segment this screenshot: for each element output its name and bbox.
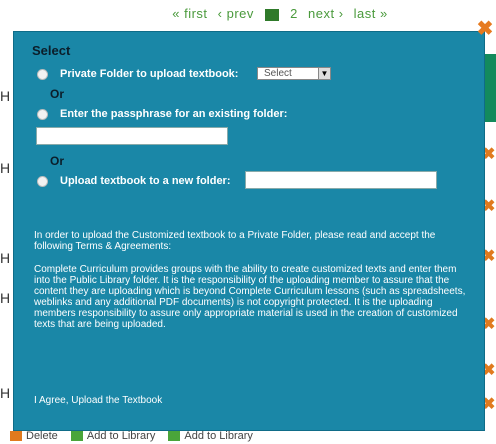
background-delete-icon[interactable]: ✖ bbox=[482, 249, 496, 265]
background-delete-icon[interactable]: ✖ bbox=[482, 397, 496, 413]
select-value: Select bbox=[264, 68, 292, 79]
add-icon[interactable] bbox=[70, 431, 83, 442]
background-row-letter: H bbox=[0, 385, 11, 401]
delete-icon[interactable] bbox=[10, 431, 22, 442]
bottom-action[interactable]: Add to Library bbox=[87, 430, 155, 442]
or-separator: Or bbox=[50, 87, 65, 101]
terms-intro: In order to upload the Customized textbo… bbox=[34, 230, 436, 252]
pager-first-link[interactable]: « first bbox=[172, 6, 207, 21]
private-folder-radio[interactable] bbox=[37, 68, 48, 80]
terms-body: Complete Curriculum provides groups with… bbox=[34, 264, 466, 330]
pager-page-2-link[interactable]: 2 bbox=[290, 6, 298, 21]
or-separator: Or bbox=[50, 154, 65, 168]
background-delete-icon[interactable]: ✖ bbox=[482, 199, 496, 215]
existing-folder-radio[interactable] bbox=[37, 108, 48, 120]
background-delete-icon[interactable]: ✖ bbox=[482, 363, 496, 379]
pager-next-link[interactable]: next › bbox=[308, 6, 344, 21]
background-row-letter: H bbox=[0, 88, 11, 104]
new-folder-radio[interactable] bbox=[37, 175, 48, 187]
option-existing-folder[interactable]: Enter the passphrase for an existing fol… bbox=[37, 108, 287, 120]
option-new-folder[interactable]: Upload textbook to a new folder: bbox=[37, 175, 231, 187]
pager-current-page bbox=[265, 8, 280, 21]
background-delete-icon[interactable]: ✖ bbox=[482, 317, 496, 333]
option-private-folder[interactable]: Private Folder to upload textbook: bbox=[37, 68, 238, 80]
background-row-letter: H bbox=[0, 160, 11, 176]
existing-folder-label: Enter the passphrase for an existing fol… bbox=[60, 108, 288, 120]
add-icon[interactable] bbox=[168, 431, 181, 442]
bottom-action[interactable]: Add to Library bbox=[184, 430, 252, 442]
background-row-letter: H bbox=[0, 290, 11, 306]
private-folder-label: Private Folder to upload textbook: bbox=[60, 68, 239, 80]
pager-prev-link[interactable]: ‹ prev bbox=[218, 6, 254, 21]
background-panel-edge bbox=[483, 54, 496, 122]
pagination: « first ‹ prev 2 next › last » bbox=[150, 6, 410, 21]
background-row-letter: H bbox=[0, 250, 11, 266]
new-folder-input[interactable] bbox=[245, 171, 437, 189]
close-icon[interactable]: ✖ bbox=[476, 19, 494, 39]
private-folder-select[interactable]: Select ▼ bbox=[257, 67, 331, 80]
chevron-down-icon[interactable]: ▼ bbox=[318, 68, 330, 79]
bottom-action[interactable]: Delete bbox=[26, 430, 58, 442]
passphrase-input[interactable] bbox=[36, 127, 228, 145]
upload-textbook-modal: Select Private Folder to upload textbook… bbox=[14, 32, 484, 430]
modal-title: Select bbox=[32, 43, 71, 58]
new-folder-label: Upload textbook to a new folder: bbox=[60, 175, 231, 187]
pager-last-link[interactable]: last » bbox=[354, 6, 388, 21]
background-bottom-actions: Delete Add to Library Add to Library bbox=[0, 430, 496, 444]
background-delete-icon[interactable]: ✖ bbox=[482, 147, 496, 163]
agree-upload-link[interactable]: I Agree, Upload the Textbook bbox=[34, 395, 474, 406]
